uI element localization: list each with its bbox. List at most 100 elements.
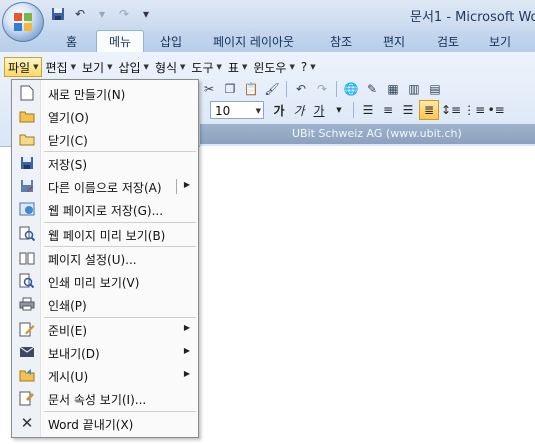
insert-table-icon[interactable]: ▦ <box>384 80 402 98</box>
paste-icon[interactable]: 📋 <box>242 80 260 98</box>
menu-format[interactable]: 형식 ▼ <box>152 59 188 76</box>
menu-item-properties[interactable]: 문서 속성 보기(I)... <box>12 387 198 410</box>
toolbar-separator <box>336 81 337 97</box>
justify-icon[interactable]: ≣ <box>419 100 439 120</box>
menu-item-page-setup[interactable]: 페이지 설정(U)... <box>12 247 198 270</box>
align-left-icon[interactable]: ☰ <box>359 101 377 119</box>
menu-item-label: 게시(U) <box>48 370 89 384</box>
format-painter-icon[interactable]: 🖌 <box>263 80 281 98</box>
hyperlink-icon[interactable]: 🌐 <box>342 80 360 98</box>
undo-dropdown-icon[interactable]: ▾ <box>92 4 112 24</box>
new-document-icon <box>19 85 35 101</box>
align-center-icon[interactable]: ≡ <box>379 101 397 119</box>
print-preview-icon <box>19 273 35 289</box>
menu-edit[interactable]: 편집 ▼ <box>42 59 78 76</box>
font-size-value: 10 <box>215 104 231 118</box>
align-right-icon[interactable]: ☰ <box>399 101 417 119</box>
chevron-down-icon: ▼ <box>143 63 149 71</box>
menu-window-label: 윈도우 <box>253 60 287 75</box>
redo-icon[interactable]: ↷ <box>114 4 134 24</box>
cut-icon[interactable]: ✂ <box>200 80 218 98</box>
office-logo-icon <box>14 13 32 31</box>
menu-item-save-web[interactable]: 웹 페이지로 저장(G)... <box>12 198 198 221</box>
tab-menu[interactable]: 메뉴 <box>96 30 145 53</box>
standard-toolbar: ✂ ❐ 📋 🖌 ↶ ↷ 🌐 ✎ ▦ ▥ ▤ <box>200 78 444 100</box>
properties-icon <box>19 390 35 406</box>
chevron-down-icon: ▼ <box>289 63 295 71</box>
document-area[interactable] <box>200 146 535 444</box>
tab-home[interactable]: 홈 <box>66 33 77 50</box>
chevron-down-icon: ▼ <box>216 63 222 71</box>
undo-icon[interactable]: ↶ <box>70 4 90 24</box>
save-icon <box>19 155 35 171</box>
web-preview-icon <box>19 226 35 242</box>
menu-item-label: 준비(E) <box>48 324 88 338</box>
menu-insert-label: 삽입 <box>118 60 141 75</box>
menu-edit-label: 편집 <box>45 60 68 75</box>
save-as-icon <box>19 178 35 194</box>
tab-view[interactable]: 보기 <box>489 33 511 50</box>
chevron-down-icon: ▼ <box>107 63 113 71</box>
menu-table[interactable]: 표 ▼ <box>225 59 250 76</box>
tab-references[interactable]: 참조 <box>330 33 352 50</box>
menu-insert[interactable]: 삽입 ▼ <box>115 59 151 76</box>
tab-review[interactable]: 검토 <box>437 33 459 50</box>
menu-help-label: ? <box>300 60 308 74</box>
tab-insert[interactable]: 삽입 <box>160 33 182 50</box>
menu-item-print[interactable]: 인쇄(P) <box>12 293 198 316</box>
underline-button[interactable]: 가 <box>310 101 328 119</box>
redo-icon[interactable]: ↷ <box>313 80 331 98</box>
menu-window[interactable]: 윈도우 ▼ <box>250 59 298 76</box>
chevron-down-icon: ▼ <box>310 63 316 71</box>
exit-icon: ✕ <box>20 414 34 432</box>
menu-item-open[interactable]: 열기(O) <box>12 105 198 128</box>
menu-item-exit[interactable]: ✕ Word 끝내기(X) <box>12 412 198 435</box>
bullet-list-icon[interactable]: •≡ <box>487 101 505 119</box>
menu-view[interactable]: 보기 ▼ <box>79 59 115 76</box>
line-spacing-icon[interactable]: ↕≡ <box>441 101 461 119</box>
menu-item-print-preview[interactable]: 인쇄 미리 보기(V) <box>12 270 198 293</box>
open-folder-icon <box>19 108 35 124</box>
menu-file[interactable]: 파일 ▼ <box>4 57 43 77</box>
numbered-list-icon[interactable]: ⋮≡ <box>463 101 485 119</box>
drawing-icon[interactable]: ✎ <box>363 80 381 98</box>
menu-tools[interactable]: 도구 ▼ <box>188 59 224 76</box>
file-menu: 새로 만들기(N) 열기(O) 닫기(C) 저장(S) 다른 이름으로 저장(A… <box>11 79 199 438</box>
menu-item-label: 저장(S) <box>48 158 88 172</box>
undo-icon[interactable]: ↶ <box>292 80 310 98</box>
tab-page-layout[interactable]: 페이지 레이아웃 <box>213 33 294 50</box>
menu-item-new[interactable]: 새로 만들기(N) <box>12 82 198 105</box>
menu-item-web-preview[interactable]: 웹 페이지 미리 보기(B) <box>12 223 198 246</box>
underline-dropdown-icon[interactable]: ▼ <box>330 101 348 119</box>
bold-button[interactable]: 가 <box>270 101 288 119</box>
menu-help[interactable]: ? ▼ <box>298 60 319 74</box>
chevron-down-icon: ▼ <box>180 63 186 71</box>
copy-icon[interactable]: ❐ <box>221 80 239 98</box>
menu-item-close[interactable]: 닫기(C) <box>12 128 198 151</box>
submenu-arrow-icon: ▶ <box>183 369 190 378</box>
menu-file-label: 파일 <box>8 60 31 75</box>
menu-item-label: 인쇄 미리 보기(V) <box>48 276 140 290</box>
formatting-toolbar: 가 가 가 ▼ ☰ ≡ ☰ ≣ ↕≡ ⋮≡ •≡ <box>270 100 505 120</box>
tab-mailings[interactable]: 편지 <box>383 33 405 50</box>
menu-item-save-as[interactable]: 다른 이름으로 저장(A) ▶ <box>12 175 198 198</box>
save-icon[interactable] <box>48 4 68 24</box>
submenu-arrow-icon: ▶ <box>183 323 190 332</box>
font-size-select[interactable]: 10 ▼ <box>210 101 264 119</box>
chevron-down-icon: ▼ <box>33 63 39 71</box>
submenu-divider <box>176 179 177 194</box>
more-icon[interactable]: ▤ <box>426 80 444 98</box>
italic-button[interactable]: 가 <box>290 101 308 119</box>
menu-item-publish[interactable]: 게시(U) ▶ <box>12 364 198 387</box>
publish-icon <box>19 367 35 383</box>
menu-item-prepare[interactable]: 준비(E) ▶ <box>12 318 198 341</box>
menu-item-send[interactable]: 보내기(D) ▶ <box>12 341 198 364</box>
send-icon <box>19 344 35 360</box>
menu-item-save[interactable]: 저장(S) <box>12 152 198 175</box>
columns-icon[interactable]: ▥ <box>405 80 423 98</box>
quick-access-toolbar: ↶ ▾ ↷ ▾ <box>48 4 156 24</box>
menu-view-label: 보기 <box>81 60 105 75</box>
menu-format-label: 형식 <box>154 60 178 75</box>
customize-qat-icon[interactable]: ▾ <box>136 4 156 24</box>
office-button[interactable] <box>2 2 44 42</box>
